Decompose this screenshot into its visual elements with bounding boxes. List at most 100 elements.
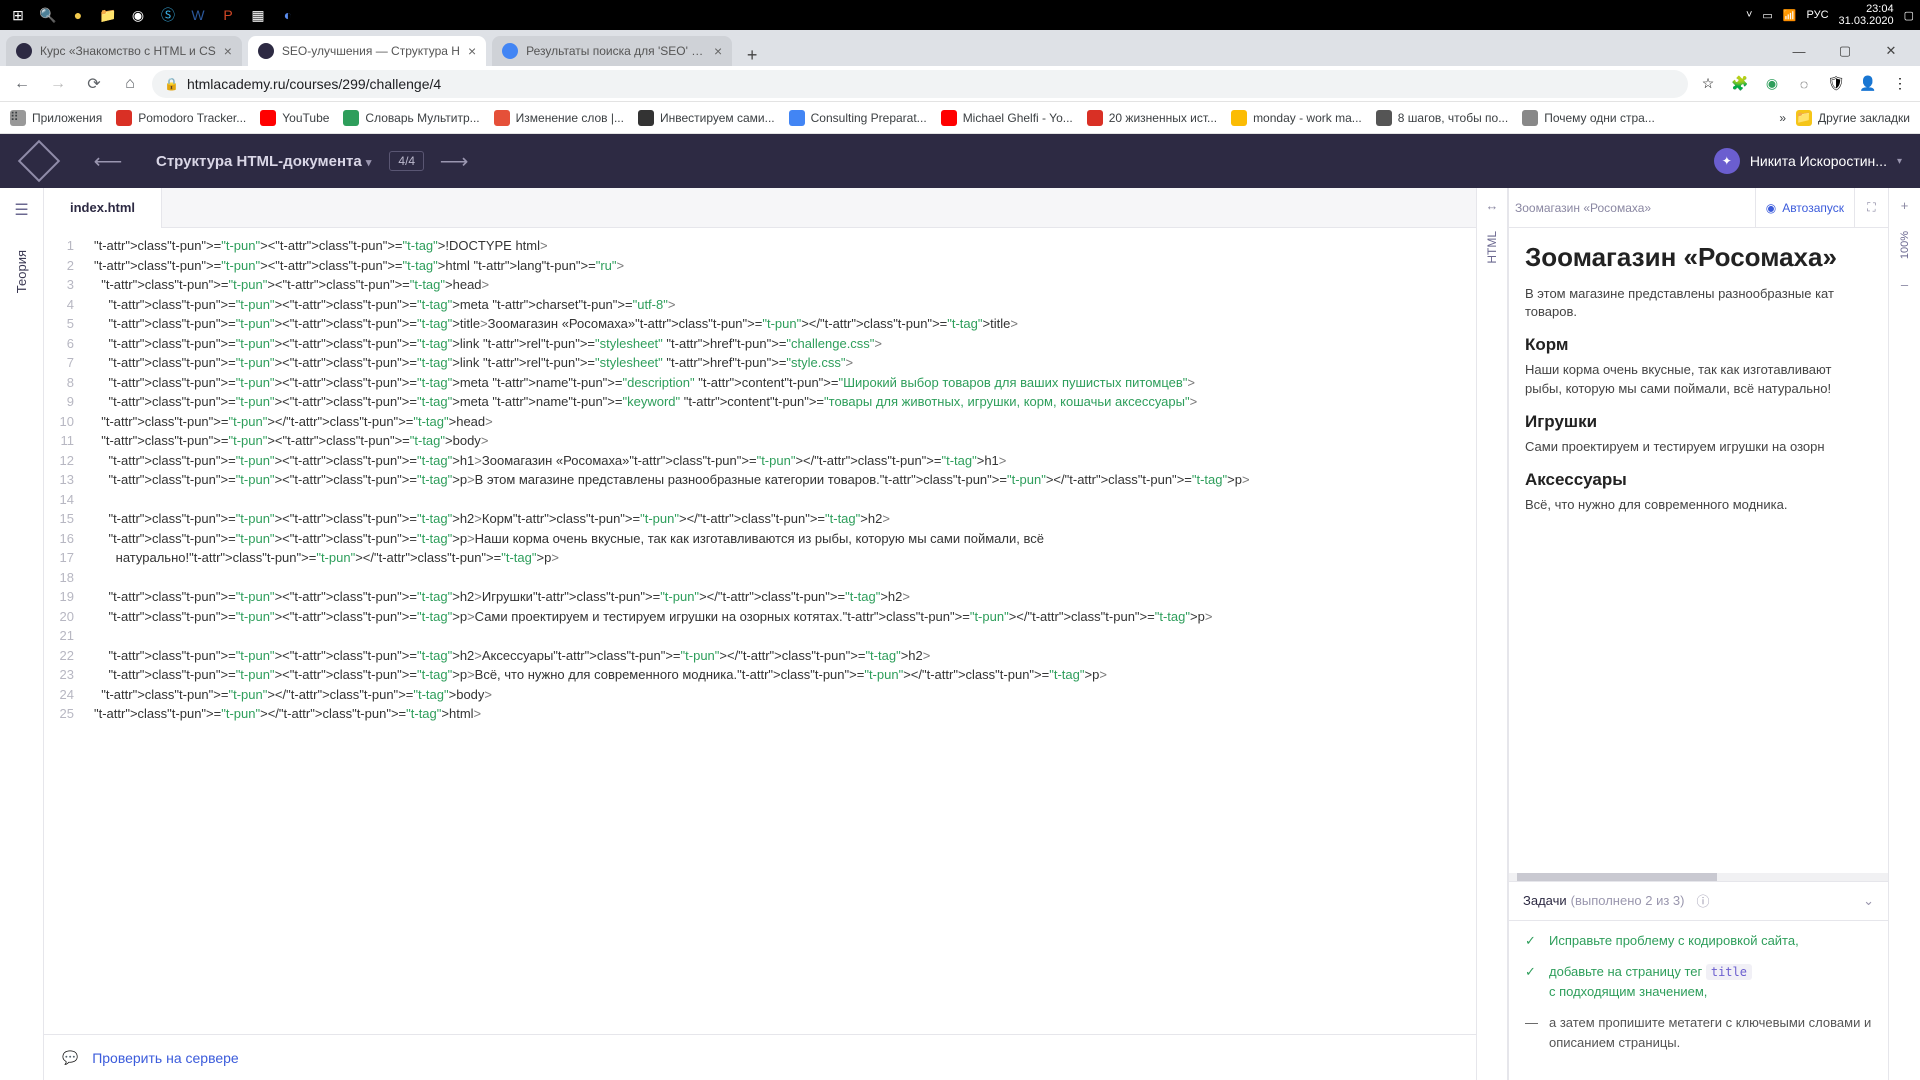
reload-button[interactable]: ⟳	[80, 70, 108, 98]
avatar-icon: ✦	[1714, 148, 1740, 174]
tray-chevron-icon[interactable]: ˅	[1746, 9, 1752, 21]
bookmarks-overflow-icon[interactable]: »	[1779, 111, 1786, 125]
plus-icon[interactable]: +	[1901, 198, 1909, 213]
app-header: ⟵ Структура HTML-документа ▾ 4/4 ⟶ ✦ Ник…	[0, 134, 1920, 188]
app3-icon[interactable]: ◐	[276, 3, 300, 27]
extension-icon[interactable]: ◉	[1760, 72, 1784, 96]
start-icon[interactable]: ⊞	[6, 3, 30, 27]
editor-file-tab[interactable]: index.html	[44, 188, 162, 228]
preview-scrollbar[interactable]	[1509, 873, 1888, 881]
word-icon[interactable]: W	[186, 3, 210, 27]
task-item: ✓ добавьте на страницу тег titleс подход…	[1525, 962, 1872, 1001]
window-maximize-button[interactable]: ▢	[1822, 36, 1868, 66]
chrome-tab-strip: Курс «Знакомство с HTML и CS × SEO-улучш…	[0, 30, 1920, 66]
bookmarks-bar: ⠿Приложения Pomodoro Tracker... YouTube …	[0, 102, 1920, 134]
tray-wifi-icon[interactable]: 📶	[1783, 9, 1797, 22]
close-icon[interactable]: ×	[468, 43, 476, 59]
theory-tab[interactable]: Теория	[14, 250, 29, 293]
window-close-button[interactable]: ✕	[1868, 36, 1914, 66]
editor-footer: 💬 Проверить на сервере	[44, 1034, 1476, 1080]
skype-icon[interactable]: Ⓢ	[156, 3, 180, 27]
extension-icon[interactable]: ◌	[1792, 72, 1816, 96]
user-menu[interactable]: ✦ Никита Искоростин... ▾	[1714, 148, 1902, 174]
info-icon[interactable]: ⓘ	[1696, 891, 1709, 910]
editor-tabs: index.html	[44, 188, 1476, 228]
preview-h2: Корм	[1525, 335, 1872, 355]
code-editor[interactable]: 1234567891011121314151617181920212223242…	[44, 228, 1476, 1034]
extension-icon[interactable]: 🛡	[1824, 72, 1848, 96]
window-minimize-button[interactable]: —	[1776, 36, 1822, 66]
search-icon[interactable]: 🔍	[36, 3, 60, 27]
explorer-icon[interactable]: 📁	[96, 3, 120, 27]
bookmark-item[interactable]: Изменение слов |...	[494, 110, 624, 126]
back-button[interactable]: ←	[8, 70, 36, 98]
app-icon[interactable]: ◉	[126, 3, 150, 27]
preview-paragraph: В этом магазине представлены разнообразн…	[1525, 285, 1872, 321]
tasks-header[interactable]: Задачи (выполнено 2 из 3) ⓘ ⌄	[1509, 881, 1888, 921]
bookmark-item[interactable]: 20 жизненных ист...	[1087, 110, 1217, 126]
apps-button[interactable]: ⠿Приложения	[10, 110, 102, 126]
html-tab[interactable]: HTML	[1485, 231, 1499, 264]
check-icon: ✓	[1525, 931, 1539, 951]
chrome-toolbar: ← → ⟳ ⌂ 🔒 htmlacademy.ru/courses/299/cha…	[0, 66, 1920, 102]
tray-notifications-icon[interactable]: ▢	[1904, 9, 1914, 22]
logo-icon[interactable]	[18, 140, 60, 182]
windows-taskbar: ⊞ 🔍 ● 📁 ◉ Ⓢ W P ▦ ◐ ˅ ▭ 📶 РУС 23:04 31.0…	[0, 0, 1920, 30]
collapse-icon[interactable]: ⌄	[1863, 893, 1874, 909]
bookmark-item[interactable]: Pomodoro Tracker...	[116, 110, 246, 126]
bookmark-item[interactable]: 8 шагов, чтобы по...	[1376, 110, 1508, 126]
close-icon[interactable]: ×	[714, 43, 722, 59]
preview-column: Зоомагазин «Росомаха» ◉ Автозапуск ⛶ Зоо…	[1508, 188, 1888, 1080]
menu-icon[interactable]: ⋮	[1888, 72, 1912, 96]
minus-icon[interactable]: –	[1901, 277, 1908, 292]
prev-lesson-button[interactable]: ⟵	[78, 146, 138, 176]
preview-paragraph: Сами проектируем и тестируем игрушки на …	[1525, 438, 1872, 456]
chat-icon[interactable]: 💬	[62, 1050, 78, 1066]
powerpoint-icon[interactable]: P	[216, 3, 240, 27]
forward-button[interactable]: →	[44, 70, 72, 98]
star-icon[interactable]: ☆	[1696, 72, 1720, 96]
editor-column: index.html 12345678910111213141516171819…	[44, 188, 1476, 1080]
autorun-toggle[interactable]: ◉ Автозапуск	[1755, 188, 1854, 227]
expand-button[interactable]: ⛶	[1854, 188, 1888, 227]
tray-clock[interactable]: 23:04 31.03.2020	[1839, 3, 1894, 27]
home-button[interactable]: ⌂	[116, 70, 144, 98]
tray-battery-icon[interactable]: ▭	[1762, 9, 1772, 22]
new-tab-button[interactable]: +	[738, 45, 766, 66]
preview-paragraph: Наши корма очень вкусные, так как изгота…	[1525, 361, 1872, 397]
tasks-list: ✓ Исправьте проблему с кодировкой сайта,…	[1509, 921, 1888, 1080]
lesson-progress: 4/4	[389, 151, 424, 171]
check-server-button[interactable]: Проверить на сервере	[92, 1050, 239, 1066]
menu-icon[interactable]: ☰	[14, 200, 28, 220]
preview-h1: Зоомагазин «Росомаха»	[1525, 242, 1872, 273]
other-bookmarks-button[interactable]: 📁Другие закладки	[1796, 110, 1910, 126]
favicon-icon	[258, 43, 274, 59]
preview-paragraph: Всё, что нужно для современного модника.	[1525, 496, 1872, 514]
bookmark-item[interactable]: Почему одни стра...	[1522, 110, 1655, 126]
bookmark-item[interactable]: Michael Ghelfi - Yo...	[941, 110, 1073, 126]
browser-tab-active[interactable]: SEO-улучшения — Структура H ×	[248, 36, 486, 66]
task-item: — а затем пропишите метатеги с ключевыми…	[1525, 1013, 1872, 1052]
browser-tab[interactable]: Курс «Знакомство с HTML и CS ×	[6, 36, 242, 66]
chrome-icon[interactable]: ●	[66, 3, 90, 27]
workspace: ☰ Теория index.html 12345678910111213141…	[0, 188, 1920, 1080]
avatar-icon[interactable]: 👤	[1856, 72, 1880, 96]
next-lesson-button[interactable]: ⟶	[424, 146, 484, 176]
close-icon[interactable]: ×	[224, 43, 232, 59]
bookmark-item[interactable]: monday - work ma...	[1231, 110, 1362, 126]
editor-right-rail: ↔ HTML	[1476, 188, 1508, 1080]
app2-icon[interactable]: ▦	[246, 3, 270, 27]
preview-body: Зоомагазин «Росомаха» В этом магазине пр…	[1509, 228, 1888, 873]
browser-tab[interactable]: Результаты поиска для 'SEO' - С ×	[492, 36, 732, 66]
resize-horizontal-icon[interactable]: ↔	[1486, 198, 1499, 213]
lock-icon: 🔒	[164, 77, 179, 91]
extension-icon[interactable]: 🧩	[1728, 72, 1752, 96]
tray-lang[interactable]: РУС	[1807, 9, 1829, 21]
address-bar[interactable]: 🔒 htmlacademy.ru/courses/299/challenge/4	[152, 70, 1688, 98]
breadcrumb[interactable]: Структура HTML-документа ▾	[138, 153, 389, 170]
bookmark-item[interactable]: Словарь Мультитр...	[343, 110, 479, 126]
bookmark-item[interactable]: Инвестируем сами...	[638, 110, 775, 126]
bookmark-item[interactable]: YouTube	[260, 110, 329, 126]
bookmark-item[interactable]: Consulting Preparat...	[789, 110, 927, 126]
zoom-label: 100%	[1899, 231, 1911, 259]
